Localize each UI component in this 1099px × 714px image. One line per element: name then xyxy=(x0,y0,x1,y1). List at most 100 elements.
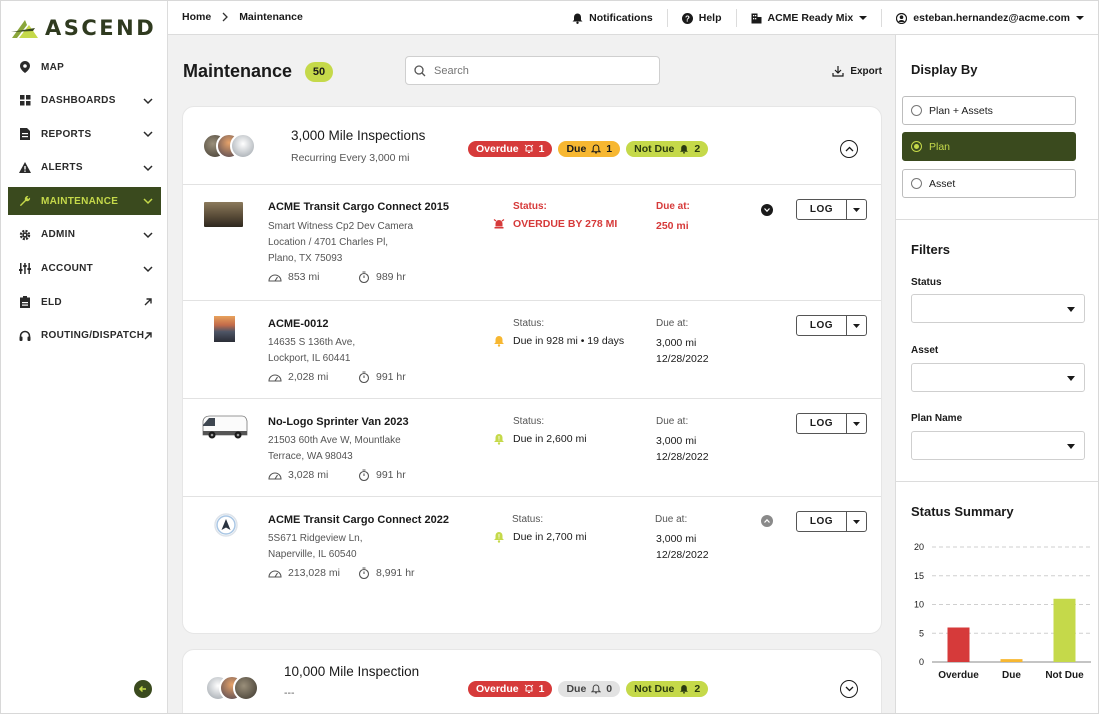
option-label: Plan xyxy=(929,140,951,153)
y-tick-label: 10 xyxy=(914,600,924,610)
bell-green-icon: ! xyxy=(494,434,504,445)
status-value: OVERDUE BY 278 MI xyxy=(493,218,617,230)
asset-name[interactable]: ACME Transit Cargo Connect 2022 xyxy=(268,514,449,526)
odometer-metric: 853 mi xyxy=(268,271,358,283)
radio-button[interactable] xyxy=(911,141,922,152)
plan-card-header[interactable]: 10,000 Mile Inspection --- Overdue 1 Due… xyxy=(183,650,881,713)
pill-label: Due xyxy=(566,143,587,155)
log-dropdown-toggle[interactable] xyxy=(847,414,866,433)
caret-down-icon xyxy=(853,519,860,524)
display-option-plan[interactable]: Plan xyxy=(902,132,1076,161)
chevron-down-icon xyxy=(143,98,153,104)
log-dropdown-toggle[interactable] xyxy=(847,200,866,219)
sidebar-nav: MAP DASHBOARDS REPORTS ALERTS MAINTENANC… xyxy=(1,53,168,355)
engine-hours-value: 991 hr xyxy=(376,371,406,383)
plan-name-filter-select[interactable] xyxy=(911,431,1085,460)
help-button[interactable]: ? Help xyxy=(668,9,737,27)
pill-count: 1 xyxy=(538,143,545,155)
sidebar-item-routing-dispatch[interactable]: ROUTING/DISPATCH xyxy=(8,322,161,350)
bell-outline-icon xyxy=(591,144,602,154)
collapse-sidebar-button[interactable] xyxy=(134,680,152,698)
export-button[interactable]: Export xyxy=(832,65,882,77)
plan-card: 3,000 Mile Inspections Recurring Every 3… xyxy=(182,106,882,634)
log-label[interactable]: LOG xyxy=(797,512,847,531)
asset-name[interactable]: ACME-0012 xyxy=(268,318,329,330)
pill-count: 1 xyxy=(538,683,545,695)
asset-name[interactable]: ACME Transit Cargo Connect 2015 xyxy=(268,201,449,213)
collapse-plan-button[interactable] xyxy=(840,140,858,158)
log-label[interactable]: LOG xyxy=(797,414,847,433)
due-at-date: 12/28/2022 xyxy=(656,353,709,365)
status-label: Status: xyxy=(513,318,545,329)
status-text: Due in 2,700 mi xyxy=(513,531,587,543)
due-pill: Due 0 xyxy=(558,681,621,697)
report-file-icon xyxy=(19,128,31,141)
expand-asset-button[interactable] xyxy=(761,515,773,527)
company-name: ACME Ready Mix xyxy=(767,12,854,24)
notifications-button[interactable]: Notifications xyxy=(558,9,668,27)
log-button[interactable]: LOG xyxy=(796,413,867,434)
plan-status-pills: Overdue 1 Due 0 Not Due 2 xyxy=(468,681,709,697)
status-text: Due in 928 mi • 19 days xyxy=(513,335,625,347)
display-option-plan-assets[interactable]: Plan + Assets xyxy=(902,96,1076,125)
sidebar-item-map[interactable]: MAP xyxy=(8,53,161,81)
chevron-down-icon xyxy=(143,232,153,239)
radio-button[interactable] xyxy=(911,105,922,116)
sidebar-item-eld[interactable]: ELD xyxy=(8,288,161,316)
log-dropdown-toggle[interactable] xyxy=(847,512,866,531)
log-button[interactable]: LOG xyxy=(796,315,867,336)
brand-logo[interactable]: ASCEND xyxy=(11,13,156,43)
expand-plan-button[interactable] xyxy=(840,680,858,698)
engine-hours-metric: 991 hr xyxy=(358,371,448,383)
svg-text:!: ! xyxy=(498,535,500,541)
clipboard-icon xyxy=(19,296,31,309)
pill-label: Overdue xyxy=(476,143,519,155)
plan-card: 10,000 Mile Inspection --- Overdue 1 Due… xyxy=(182,649,882,713)
breadcrumb-current: Maintenance xyxy=(239,11,303,23)
search-input[interactable] xyxy=(434,64,634,77)
status-filter-select[interactable] xyxy=(911,294,1085,323)
map-pin-icon xyxy=(19,61,31,73)
log-dropdown-toggle[interactable] xyxy=(847,316,866,335)
log-button[interactable]: LOG xyxy=(796,199,867,220)
asset-name[interactable]: No-Logo Sprinter Van 2023 xyxy=(268,416,409,428)
log-button[interactable]: LOG xyxy=(796,511,867,532)
pill-label: Due xyxy=(566,683,587,695)
asset-thumbnail xyxy=(214,513,238,537)
log-label[interactable]: LOG xyxy=(797,316,847,335)
asset-metrics: 3,028 mi 991 hr xyxy=(268,469,448,481)
sidebar: ASCEND MAP DASHBOARDS REPORTS ALERTS MAI… xyxy=(1,1,168,713)
due-at-value: 3,000 mi 12/28/2022 xyxy=(656,433,709,465)
sidebar-item-account[interactable]: ACCOUNT xyxy=(8,255,161,283)
dashboard-grid-icon xyxy=(19,95,31,107)
company-selector[interactable]: ACME Ready Mix xyxy=(737,9,883,27)
sidebar-item-admin[interactable]: ADMIN xyxy=(8,221,161,249)
not-due-pill: Not Due 2 xyxy=(626,681,709,697)
y-tick-label: 15 xyxy=(914,571,924,581)
sidebar-item-alerts[interactable]: ALERTS xyxy=(8,154,161,182)
display-option-asset[interactable]: Asset xyxy=(902,169,1076,198)
odometer-value: 3,028 mi xyxy=(288,469,329,481)
radio-button[interactable] xyxy=(911,178,922,189)
caret-down-icon xyxy=(853,207,860,212)
odometer-metric: 2,028 mi xyxy=(268,371,358,383)
expand-asset-button[interactable] xyxy=(761,204,773,216)
log-label[interactable]: LOG xyxy=(797,200,847,219)
asset-filter-select[interactable] xyxy=(911,363,1085,392)
sidebar-item-dashboards[interactable]: DASHBOARDS xyxy=(8,87,161,115)
chevron-down-icon xyxy=(845,686,853,692)
plan-card-header[interactable]: 3,000 Mile Inspections Recurring Every 3… xyxy=(183,107,881,185)
user-menu[interactable]: esteban.hernandez@acme.com xyxy=(882,9,1084,27)
divider xyxy=(896,481,1098,482)
breadcrumb-home-link[interactable]: Home xyxy=(182,11,211,23)
asset-avatar xyxy=(230,133,256,159)
status-value: ! Due in 2,700 mi xyxy=(493,531,587,543)
y-tick-label: 5 xyxy=(919,628,924,638)
sidebar-item-reports[interactable]: REPORTS xyxy=(8,120,161,148)
caret-down-icon xyxy=(853,421,860,426)
download-icon xyxy=(832,66,844,77)
chevron-down-icon xyxy=(143,266,153,272)
sidebar-item-maintenance[interactable]: MAINTENANCE xyxy=(8,187,161,216)
due-at-label: Due at: xyxy=(656,416,689,427)
search-field[interactable] xyxy=(405,56,660,85)
